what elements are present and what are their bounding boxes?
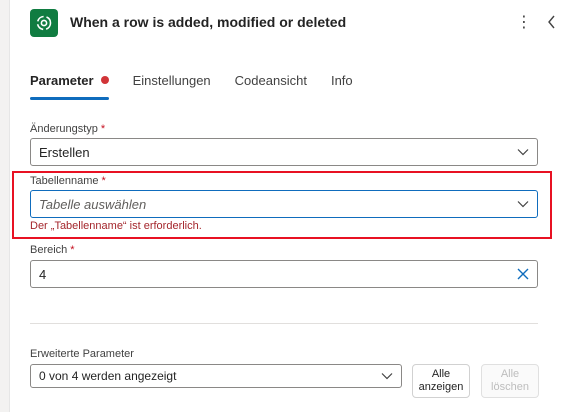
- header: When a row is added, modified or deleted…: [30, 0, 568, 44]
- show-all-label-line2: anzeigen: [418, 381, 464, 393]
- tab-parameter-label: Parameter: [30, 73, 94, 88]
- dataverse-icon: [30, 9, 58, 37]
- tab-einstellungen[interactable]: Einstellungen: [133, 70, 211, 100]
- required-marker: *: [70, 244, 75, 256]
- advanced-params-label: Erweiterte Parameter: [30, 348, 134, 360]
- table-name-dropdown[interactable]: Tabelle auswählen: [30, 190, 538, 218]
- scope-value: 4: [39, 267, 47, 282]
- clear-all-label-line1: Alle: [500, 368, 520, 380]
- chevron-down-icon: [517, 149, 529, 156]
- trigger-title: When a row is added, modified or deleted: [70, 14, 347, 30]
- scope-input[interactable]: 4: [30, 260, 538, 288]
- advanced-params-dropdown[interactable]: 0 von 4 werden angezeigt: [30, 364, 402, 388]
- show-all-label-line1: Alle: [431, 368, 451, 380]
- left-panel-edge: [0, 0, 10, 412]
- tab-info[interactable]: Info: [331, 70, 353, 100]
- show-all-button[interactable]: Alle anzeigen: [412, 364, 470, 398]
- required-marker: *: [101, 175, 106, 187]
- table-name-label: Tabellenname *: [30, 175, 106, 187]
- chevron-down-icon: [381, 373, 393, 380]
- error-dot-icon: [100, 76, 109, 84]
- required-marker: *: [100, 123, 106, 135]
- change-type-label: Änderungstyp *: [30, 123, 105, 135]
- change-type-label-text: Änderungstyp: [30, 123, 98, 135]
- chevron-down-icon: [517, 201, 529, 208]
- scope-label-text: Bereich: [30, 244, 68, 256]
- section-divider: [30, 323, 538, 324]
- tab-parameter[interactable]: Parameter: [30, 70, 109, 100]
- advanced-params-value: 0 von 4 werden angezeigt: [39, 369, 177, 383]
- tab-codeansicht[interactable]: Codeansicht: [235, 70, 307, 100]
- clear-icon[interactable]: [517, 268, 529, 280]
- more-options-icon[interactable]: ⋮: [516, 10, 532, 34]
- scope-label: Bereich *: [30, 244, 75, 256]
- clear-all-button[interactable]: Alle löschen: [481, 364, 539, 398]
- table-name-label-text: Tabellenname: [30, 175, 99, 187]
- table-name-error: Der „Tabellenname“ ist erforderlich.: [30, 220, 202, 232]
- change-type-value: Erstellen: [39, 145, 90, 160]
- clear-all-label-line2: löschen: [491, 381, 529, 393]
- tab-bar: Parameter Einstellungen Codeansicht Info: [30, 70, 377, 100]
- change-type-dropdown[interactable]: Erstellen: [30, 138, 538, 166]
- chevron-left-icon[interactable]: [542, 10, 562, 34]
- table-name-placeholder: Tabelle auswählen: [39, 197, 147, 212]
